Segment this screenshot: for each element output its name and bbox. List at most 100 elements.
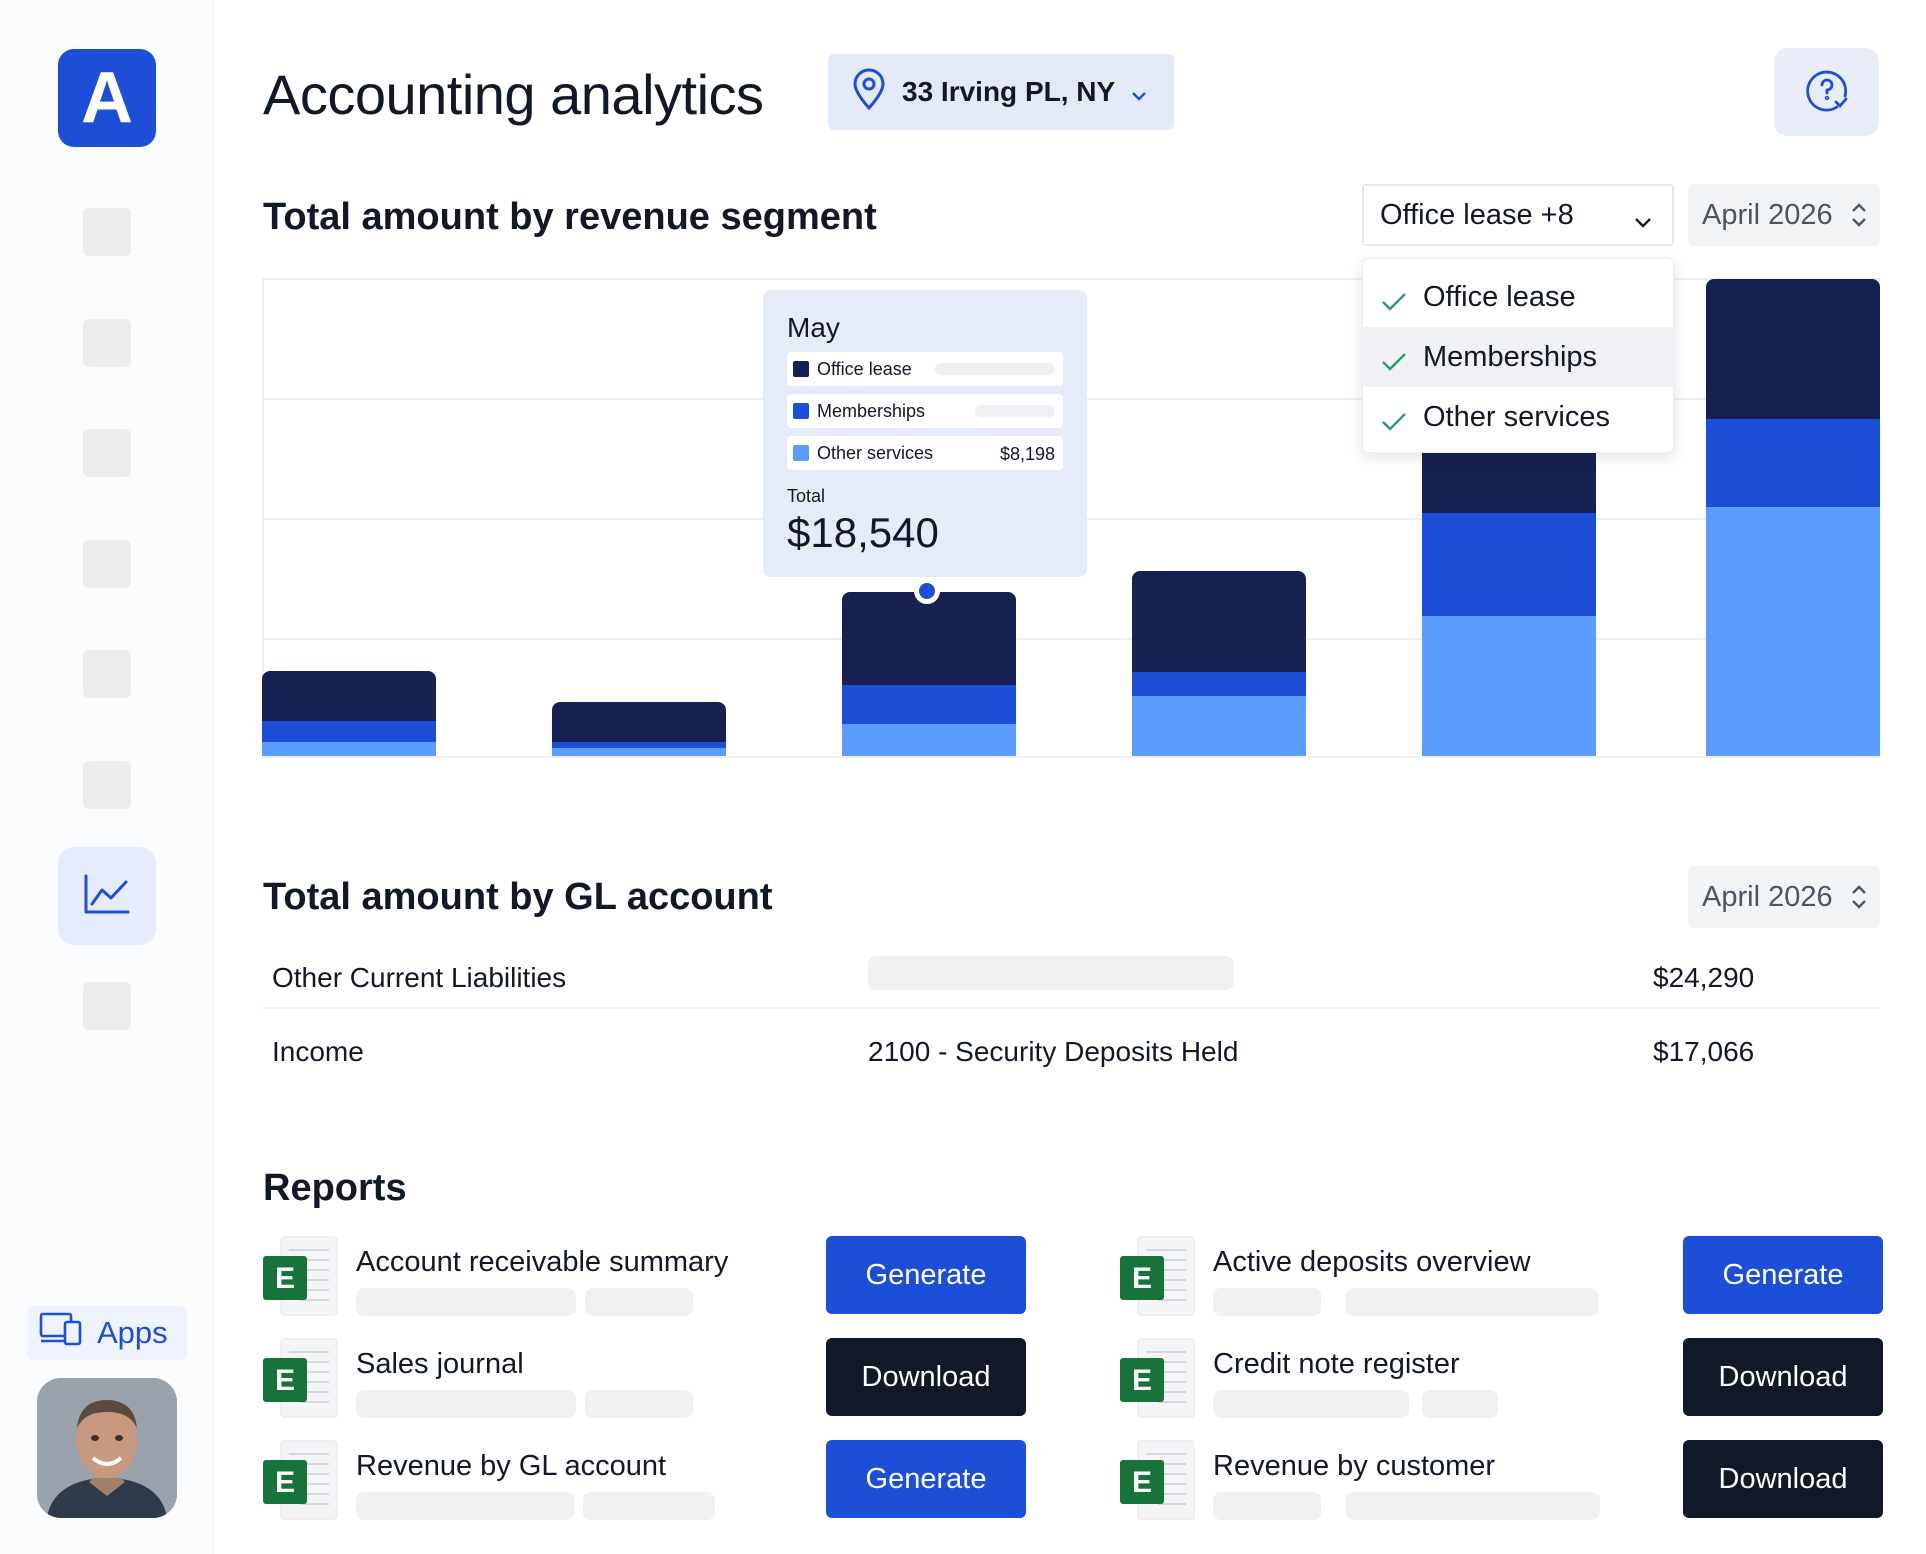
generate-button[interactable]: Generate [1683, 1236, 1883, 1314]
location-label: 33 Irving PL, NY [902, 76, 1116, 107]
excel-file-icon: E [1120, 1236, 1196, 1316]
nav-item-analytics[interactable] [58, 847, 156, 945]
gl-account: 2100 - Security Deposits Held [868, 1036, 1239, 1067]
apps-button[interactable]: Apps [27, 1306, 187, 1360]
excel-file-icon: E [263, 1440, 339, 1520]
value-placeholder [975, 405, 1055, 417]
svg-text:E: E [1132, 1262, 1152, 1295]
check-icon [1381, 347, 1407, 380]
dropdown-item-label: Office lease [1423, 280, 1576, 313]
bar-segment-memberships [842, 685, 1016, 724]
reports-heading: Reports [263, 1167, 407, 1209]
chart-bar[interactable] [842, 592, 1016, 756]
chart-grid-line [262, 638, 1880, 640]
nav-item-placeholder[interactable] [83, 650, 131, 698]
tooltip-row-office-lease: Office lease [787, 352, 1063, 386]
tooltip-row-value: $8,198 [999, 444, 1055, 464]
generate-button[interactable]: Generate [826, 1440, 1026, 1518]
bar-segment-memberships [1132, 672, 1306, 697]
chart-bar[interactable] [1132, 570, 1306, 756]
report-name: Revenue by customer [1213, 1450, 1496, 1482]
report-meta-placeholder [585, 1288, 693, 1316]
table-row: Other Current Liabilities $24,290 [262, 940, 1880, 1014]
legend-swatch [793, 361, 809, 377]
report-meta-placeholder [1346, 1492, 1600, 1520]
download-button[interactable]: Download [1683, 1338, 1883, 1416]
report-name: Revenue by GL account [356, 1450, 667, 1482]
chevron-down-icon [1634, 204, 1652, 237]
chart-grid-line [262, 756, 1880, 758]
nav-item-placeholder[interactable] [83, 429, 131, 477]
nav-item-placeholder[interactable] [83, 540, 131, 588]
gl-date-select[interactable]: April 2026 [1688, 866, 1880, 928]
check-icon [1381, 287, 1407, 320]
tooltip-row-label: Memberships [817, 400, 926, 421]
bar-segment-other-services [1132, 696, 1306, 756]
nav-item-placeholder[interactable] [83, 761, 131, 809]
report-item: E Revenue by customer [1120, 1440, 1680, 1520]
user-avatar[interactable] [37, 1378, 177, 1518]
report-meta-placeholder [583, 1492, 715, 1520]
chart-bar[interactable] [262, 671, 436, 756]
segment-select-label: Office lease +8 [1380, 198, 1574, 231]
location-select[interactable]: 33 Irving PL, NY [828, 54, 1174, 130]
revenue-date-select[interactable]: April 2026 [1688, 184, 1880, 246]
nav-item-placeholder[interactable] [83, 208, 131, 256]
report-meta-placeholder [1213, 1390, 1409, 1418]
date-select-label: April 2026 [1702, 880, 1833, 913]
report-meta-placeholder [356, 1288, 576, 1316]
devices-icon [39, 1312, 83, 1354]
map-pin-icon [852, 68, 886, 117]
bar-segment-office-lease [1132, 570, 1306, 673]
gl-amount: $17,066 [1653, 1036, 1755, 1067]
bar-segment-office-lease [552, 702, 726, 742]
help-icon [1805, 68, 1849, 117]
legend-swatch [793, 403, 809, 419]
dropdown-item-other-services[interactable]: Other services [1363, 387, 1673, 447]
gl-amount: $24,290 [1653, 962, 1755, 993]
report-name: Account receivable summary [356, 1246, 729, 1278]
bar-segment-memberships [1422, 513, 1596, 617]
nav-item-placeholder[interactable] [83, 982, 131, 1030]
tooltip-total-label: Total [787, 486, 826, 506]
report-meta-placeholder [356, 1492, 574, 1520]
excel-file-icon: E [263, 1338, 339, 1418]
report-meta-placeholder [356, 1390, 576, 1418]
report-name: Sales journal [356, 1348, 524, 1380]
segment-select[interactable]: Office lease +8 [1362, 184, 1674, 246]
sidebar: A Apps [0, 0, 214, 1554]
chart-bar[interactable] [1706, 279, 1880, 756]
report-item: E Credit note register [1120, 1338, 1680, 1418]
download-button[interactable]: Download [826, 1338, 1026, 1416]
dropdown-item-label: Other services [1423, 400, 1610, 433]
bar-segment-other-services [262, 741, 436, 756]
app-logo[interactable]: A [58, 49, 156, 147]
report-item: E Active deposits overview [1120, 1236, 1680, 1316]
nav-item-placeholder[interactable] [83, 319, 131, 367]
gl-type: Other Current Liabilities [272, 962, 567, 993]
sort-arrows-icon [1850, 201, 1868, 237]
gl-type: Income [272, 1036, 364, 1067]
report-item: E Revenue by GL account [263, 1440, 823, 1520]
revenue-heading: Total amount by revenue segment [263, 196, 877, 238]
svg-text:E: E [275, 1364, 295, 1397]
chart-bar[interactable] [552, 702, 726, 756]
date-select-label: April 2026 [1702, 198, 1833, 231]
check-icon [1381, 407, 1407, 440]
excel-file-icon: E [1120, 1440, 1196, 1520]
generate-button[interactable]: Generate [826, 1236, 1026, 1314]
dropdown-item-memberships[interactable]: Memberships [1363, 327, 1673, 387]
tooltip-total: $18,540 [787, 509, 939, 556]
tooltip-row-label: Other services [817, 442, 934, 463]
bar-segment-other-services [842, 723, 1016, 756]
bar-segment-office-lease [842, 592, 1016, 686]
report-meta-placeholder [1346, 1288, 1598, 1316]
bar-segment-other-services [1422, 616, 1596, 756]
gl-account-placeholder [868, 956, 1234, 990]
line-chart-icon [84, 874, 130, 919]
dropdown-item-office-lease[interactable]: Office lease [1363, 267, 1673, 327]
download-button[interactable]: Download [1683, 1440, 1883, 1518]
chart-tooltip: May Office lease Memberships Other servi… [763, 290, 1087, 577]
apps-label: Apps [97, 1315, 168, 1350]
help-button[interactable] [1774, 48, 1879, 136]
